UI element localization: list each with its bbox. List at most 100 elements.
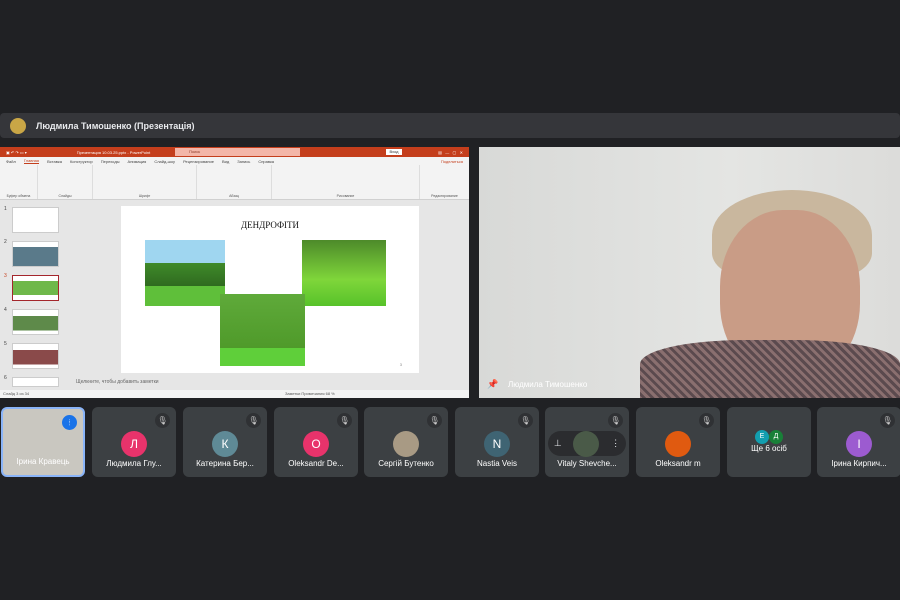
participant-name: Ірина Кирпич... [831,459,887,468]
participant-tile[interactable]: Е Д Ще 6 осіб [727,407,811,477]
speaking-indicator-icon: ⦙ [62,415,77,430]
participant-name: Катерина Бер... [196,459,254,468]
avatar: І [846,431,872,457]
person-coat [640,340,900,398]
mic-off-icon: 🎙︎ [155,413,170,428]
ppt-share-button[interactable]: Поделиться [441,159,463,164]
pin-icon[interactable]: ⊥ [554,438,562,449]
participant-tile[interactable]: 🎙︎ Сергій Бутенко [364,407,448,477]
current-slide[interactable]: ДЕНДРОФІТИ 3 [121,206,419,373]
ribbon-group: Редактирование [420,165,469,199]
ppt-tab[interactable]: Вид [222,159,229,164]
mic-off-icon: 🎙︎ [608,413,623,428]
video-name-label: Людмила Тимошенко [508,380,588,389]
slide-number: 3 [4,273,7,279]
mic-off-icon: 🎙︎ [880,413,895,428]
mic-off-icon: 🎙︎ [246,413,261,428]
ribbon-group: Шрифт [93,165,197,199]
tree-image [302,240,386,306]
participant-tile[interactable]: ⦙ Ірина Кравець [1,407,85,477]
slide-thumbnail-selected[interactable] [12,275,59,301]
avatar: К [212,431,238,457]
ppt-search[interactable]: Поиск [175,148,300,156]
ribbon-group: Абзац [197,165,272,199]
more-options-icon[interactable]: ⋮ [611,438,620,449]
ppt-signin-button[interactable]: Вход [386,149,402,155]
participant-name: Людмила Глу... [106,459,162,468]
presenter-avatar [10,117,26,134]
slide-thumbnail[interactable] [12,343,59,369]
ppt-tab[interactable]: Справка [258,159,274,164]
slide-number: 4 [4,307,7,313]
slide-title: ДЕНДРОФІТИ [240,220,300,230]
mic-off-icon: 🎙︎ [518,413,533,428]
participant-tile[interactable]: 🎙︎ ⊥ ⋮ Vitaly Shevche... [545,407,629,477]
ppt-tab[interactable]: Файл [6,159,16,164]
window-controls-icon[interactable]: ▤ — ▢ ✕ [438,150,463,155]
participant-tile[interactable]: 🎙︎ O Oleksandr De... [274,407,358,477]
shared-screen[interactable]: ▣ ↶ ↷ ▭ ▾ Презентация 10.03.25.pptx - Po… [0,147,469,398]
avatar: Л [121,431,147,457]
presentation-title: Людмила Тимошенко (Презентація) [36,120,195,131]
avatar: O [303,431,329,457]
notes-field[interactable]: Щелкните, чтобы добавить заметки [76,379,159,385]
ppt-tab[interactable]: Вставка [47,159,62,164]
ppt-tab-active[interactable]: Главная [23,158,40,164]
ribbon-group-label: Редактирование [431,194,458,198]
participant-tile[interactable]: 🎙︎ Л Людмила Глу... [92,407,176,477]
ppt-window-title: Презентация 10.03.25.pptx - PowerPoint [76,149,151,155]
slide-thumbnail[interactable] [12,241,59,267]
ppt-tab[interactable]: Рецензирование [183,159,214,164]
ribbon-group-label: Рисование [336,194,355,198]
participant-tile[interactable]: 🎙︎ N Nastia Veis [455,407,539,477]
ribbon-group-label: Абзац [229,194,239,198]
avatar [665,431,691,457]
ppt-tab[interactable]: Запись [237,159,250,164]
slide-number: 2 [4,239,7,245]
avatar: N [484,431,510,457]
ppt-tab[interactable]: Конструктор [70,159,93,164]
status-controls[interactable]: Заметки Примечания 68 % [285,390,335,398]
participant-tile[interactable]: 🎙︎ І Ірина Кирпич... [817,407,900,477]
participant-name: Nastia Veis [476,459,518,468]
mini-avatar: Е [755,430,769,444]
participant-name: Ще 6 осіб [751,444,787,453]
slide-thumbnail[interactable] [12,309,59,335]
slide-thumbnail[interactable] [12,207,59,233]
slide-count: Слайд 3 из 34 [3,391,30,396]
ribbon-group: Рисование [272,165,420,199]
ribbon-group-label: Шрифт [138,194,151,198]
slide-number: 6 [4,375,7,381]
participant-tile[interactable]: 🎙︎ К Катерина Бер... [183,407,267,477]
participant-name: Ірина Кравець [16,457,70,466]
ppt-statusbar: Слайд 3 из 34 Заметки Примечания 68 % [0,390,469,398]
slide-thumbnail[interactable] [12,377,59,387]
ribbon-group-label: Слайды [58,194,72,198]
participant-tile[interactable]: 🎙︎ Oleksandr m [636,407,720,477]
participant-name: Сергій Бутенко [378,459,434,468]
pin-icon[interactable]: 📌 [487,379,498,390]
presentation-header: Людмила Тимошенко (Презентація) [0,113,900,138]
ribbon-group-label: Буфер обмена [6,194,31,198]
mic-off-icon: 🎙︎ [699,413,714,428]
others-avatars: ЕД [727,425,811,444]
mini-avatar: Д [769,430,783,444]
mic-off-icon: 🎙︎ [337,413,352,428]
mic-off-icon: 🎙︎ [427,413,442,428]
ppt-ribbon-tabs: Файл Главная Вставка Конструктор Переход… [0,157,469,165]
slide-number: 5 [4,341,7,347]
avatar [393,431,419,457]
pinned-video[interactable] [479,147,900,398]
participant-name: Oleksandr De... [288,459,344,468]
participant-name: Vitaly Shevche... [557,459,617,468]
ppt-tab[interactable]: Слайд-шоу [154,159,175,164]
ppt-titlebar: ▣ ↶ ↷ ▭ ▾ Презентация 10.03.25.pptx - Po… [0,147,469,157]
slide-page-number: 3 [399,362,402,367]
participant-name: Oleksandr m [655,459,701,468]
avatar [573,430,600,457]
tile-hover-controls: ⊥ ⋮ [548,430,626,457]
ppt-tab[interactable]: Переходы [101,159,120,164]
ppt-quick-access-icon: ▣ ↶ ↷ ▭ ▾ [6,149,27,155]
slide-thumbnails: 1 2 3 4 5 6 [0,201,70,387]
ppt-tab[interactable]: Анимация [128,159,147,164]
